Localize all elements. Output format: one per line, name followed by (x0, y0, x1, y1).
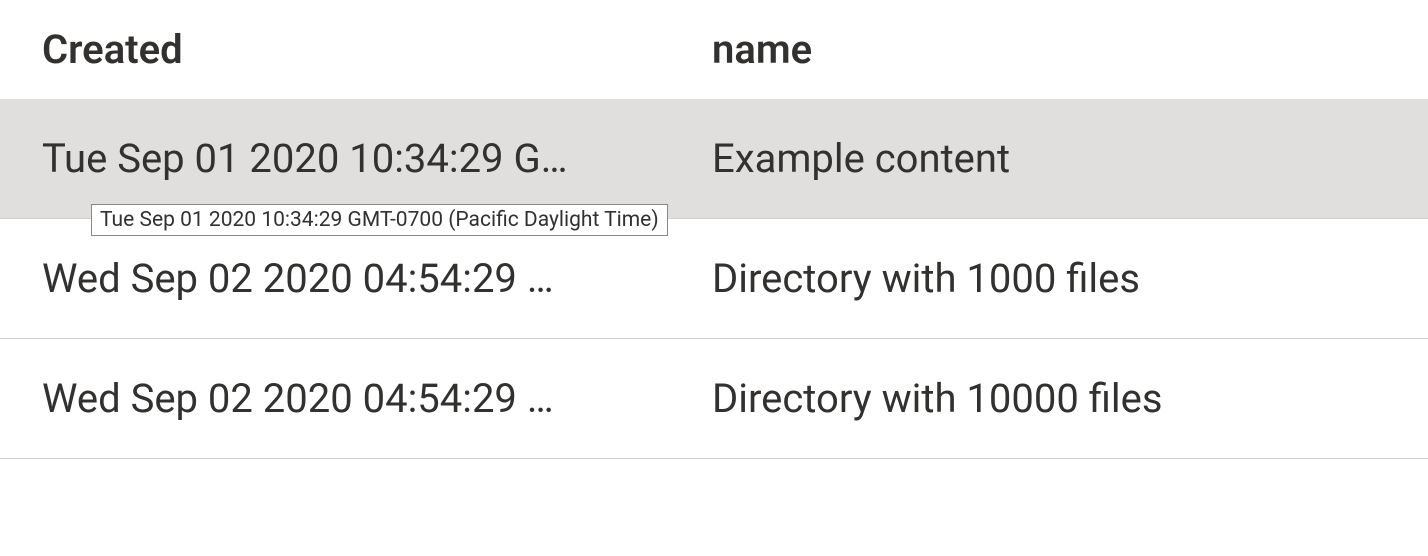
column-header-name[interactable]: name (670, 0, 1428, 99)
cell-created: Tue Sep 01 2020 10:34:29 G… (0, 99, 670, 218)
cell-created: Wed Sep 02 2020 04:54:29 … (0, 219, 670, 338)
cell-name: Directory with 10000 files (670, 339, 1428, 458)
table-header-row: Created name (0, 0, 1428, 99)
table-row[interactable]: Tue Sep 01 2020 10:34:29 G… Example cont… (0, 99, 1428, 219)
file-table: Created name Tue Sep 01 2020 10:34:29 G…… (0, 0, 1428, 459)
table-row[interactable]: Wed Sep 02 2020 04:54:29 … Directory wit… (0, 339, 1428, 459)
cell-created: Wed Sep 02 2020 04:54:29 … (0, 339, 670, 458)
table-row[interactable]: Wed Sep 02 2020 04:54:29 … Directory wit… (0, 219, 1428, 339)
cell-name: Example content (670, 99, 1428, 218)
cell-name: Directory with 1000 files (670, 219, 1428, 338)
tooltip: Tue Sep 01 2020 10:34:29 GMT-0700 (Pacif… (91, 204, 668, 236)
column-header-created[interactable]: Created (0, 0, 670, 99)
